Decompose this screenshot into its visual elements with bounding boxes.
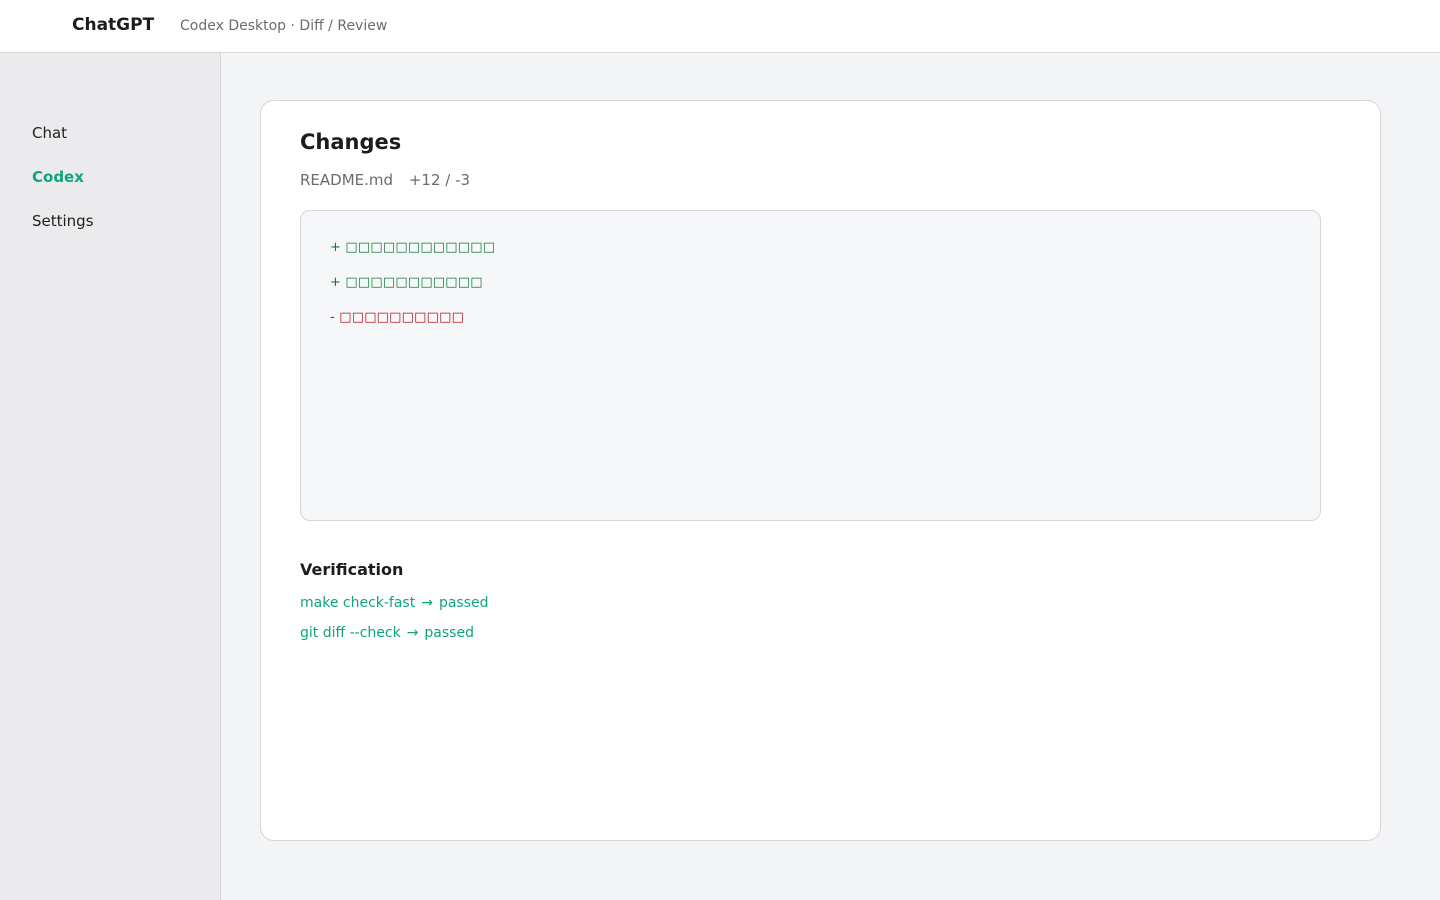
diff-line-added: + □□□□□□□□□□□□ <box>330 240 496 255</box>
check-result: passed <box>424 625 474 641</box>
diff-line-added: + □□□□□□□□□□□ <box>330 275 483 290</box>
sidebar-item-settings[interactable]: Settings <box>32 212 94 230</box>
top-bar: ChatGPT Codex Desktop · Diff / Review <box>0 0 1440 53</box>
verification-check: git diff --check → passed <box>300 625 474 641</box>
file-name[interactable]: README.md <box>300 171 393 189</box>
check-command: git diff --check <box>300 625 401 641</box>
diff-stats: +12 / -3 <box>408 171 471 189</box>
check-command: make check-fast <box>300 595 416 611</box>
arrow-right-icon: → <box>421 595 433 611</box>
arrow-right-icon: → <box>406 625 419 641</box>
file-meta: README.md +12 / -3 <box>300 171 470 189</box>
diff-line-removed: - □□□□□□□□□□ <box>330 310 465 325</box>
verification-check: make check-fast → passed <box>300 595 489 611</box>
app-brand[interactable]: ChatGPT <box>72 15 154 35</box>
page-subtitle: Codex Desktop · Diff / Review <box>180 18 388 34</box>
sidebar-item-chat[interactable]: Chat <box>32 124 67 142</box>
verification-title: Verification <box>300 560 404 579</box>
diff-viewer[interactable]: + □□□□□□□□□□□□ + □□□□□□□□□□□ - □□□□□□□□□… <box>300 210 1321 521</box>
sidebar: Chat Codex Settings <box>0 53 221 900</box>
check-result: passed <box>438 595 489 611</box>
changes-title: Changes <box>300 130 402 154</box>
changes-card: Changes README.md +12 / -3 + □□□□□□□□□□□… <box>260 100 1381 841</box>
sidebar-item-codex[interactable]: Codex <box>32 168 84 186</box>
